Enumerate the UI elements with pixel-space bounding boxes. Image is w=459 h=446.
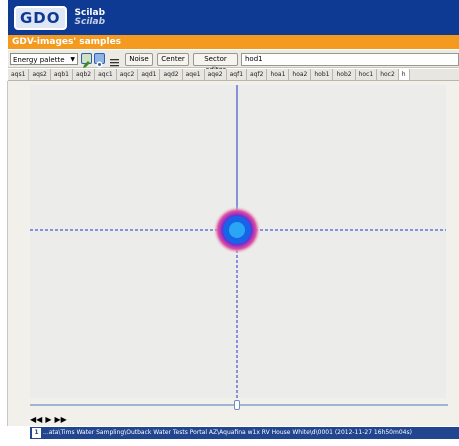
status-bar: 1 ...ata\Tims Water Sampling\Outback Wate…	[30, 427, 459, 439]
edit-icon[interactable]	[81, 53, 92, 68]
tab-hoc2[interactable]: hoc2	[377, 69, 399, 80]
tab-aqe1[interactable]: aqe1	[183, 69, 205, 80]
tab-h[interactable]: h	[398, 69, 410, 80]
last-frame-button[interactable]: ▶▶	[54, 415, 66, 424]
brand-line-2: Scilab	[74, 17, 106, 27]
window-title: GDV-images' samples	[8, 35, 459, 49]
image-icon[interactable]	[94, 53, 105, 68]
tab-aqf1[interactable]: aqf1	[227, 69, 248, 80]
tab-aqf2[interactable]: aqf2	[247, 69, 268, 80]
emission-center	[229, 222, 245, 238]
tab-hoa1[interactable]: hoa1	[267, 69, 290, 80]
sample-tabs: aqs1 aqs2 aqb1 aqb2 aqc1 aqc2 aqd1 aqd2 aqe1 aqe2…	[8, 69, 459, 81]
first-frame-button[interactable]: ◀◀	[30, 415, 42, 424]
tab-aqs1[interactable]: aqs1	[8, 69, 30, 80]
tab-hob2[interactable]: hob2	[333, 69, 356, 80]
tab-aqs2[interactable]: aqs2	[29, 69, 51, 80]
tab-aqc2[interactable]: aqc2	[117, 69, 139, 80]
gdo-logo: GDO	[14, 6, 67, 30]
tab-aqc1[interactable]: aqc1	[95, 69, 117, 80]
app-logo: GDO Scilab Scilab	[14, 6, 105, 30]
frame-index: 1	[32, 428, 41, 438]
image-name-field[interactable]: hod1	[241, 53, 459, 66]
gdv-image	[30, 85, 446, 398]
palette-select-value: Energy palette	[13, 56, 65, 64]
chevron-down-icon: ▼	[70, 56, 75, 63]
app-header: GDO Scilab Scilab	[8, 0, 459, 35]
tab-aqd1[interactable]: aqd1	[138, 69, 161, 80]
center-button[interactable]: Center	[157, 53, 189, 66]
tab-aqb1[interactable]: aqb1	[51, 69, 73, 80]
navigation-controls: ◀◀ ▶ ▶▶	[30, 415, 67, 424]
scilab-logo: Scilab Scilab	[75, 9, 106, 27]
tab-hoa2[interactable]: hoa2	[289, 69, 312, 80]
list-icon[interactable]	[109, 53, 120, 67]
play-button[interactable]: ▶	[45, 415, 51, 424]
gdv-image-canvas[interactable]	[30, 85, 446, 398]
sector-editor-button[interactable]: Sector editor	[193, 53, 238, 74]
noise-button[interactable]: Noise	[125, 53, 153, 66]
tab-aqd2[interactable]: aqd2	[160, 69, 183, 80]
toolbar: Energy palette ▼ Noise Center Sector edi…	[8, 50, 459, 74]
tab-hob1[interactable]: hob1	[311, 69, 334, 80]
tab-aqe2[interactable]: aqe2	[205, 69, 227, 80]
frame-slider-handle[interactable]	[234, 400, 240, 410]
palette-select[interactable]: Energy palette ▼	[10, 53, 78, 65]
tab-hoc1[interactable]: hoc1	[356, 69, 378, 80]
tab-aqb2[interactable]: aqb2	[73, 69, 96, 80]
file-path: ...ata\Tims Water Sampling\Outback Water…	[43, 429, 412, 436]
